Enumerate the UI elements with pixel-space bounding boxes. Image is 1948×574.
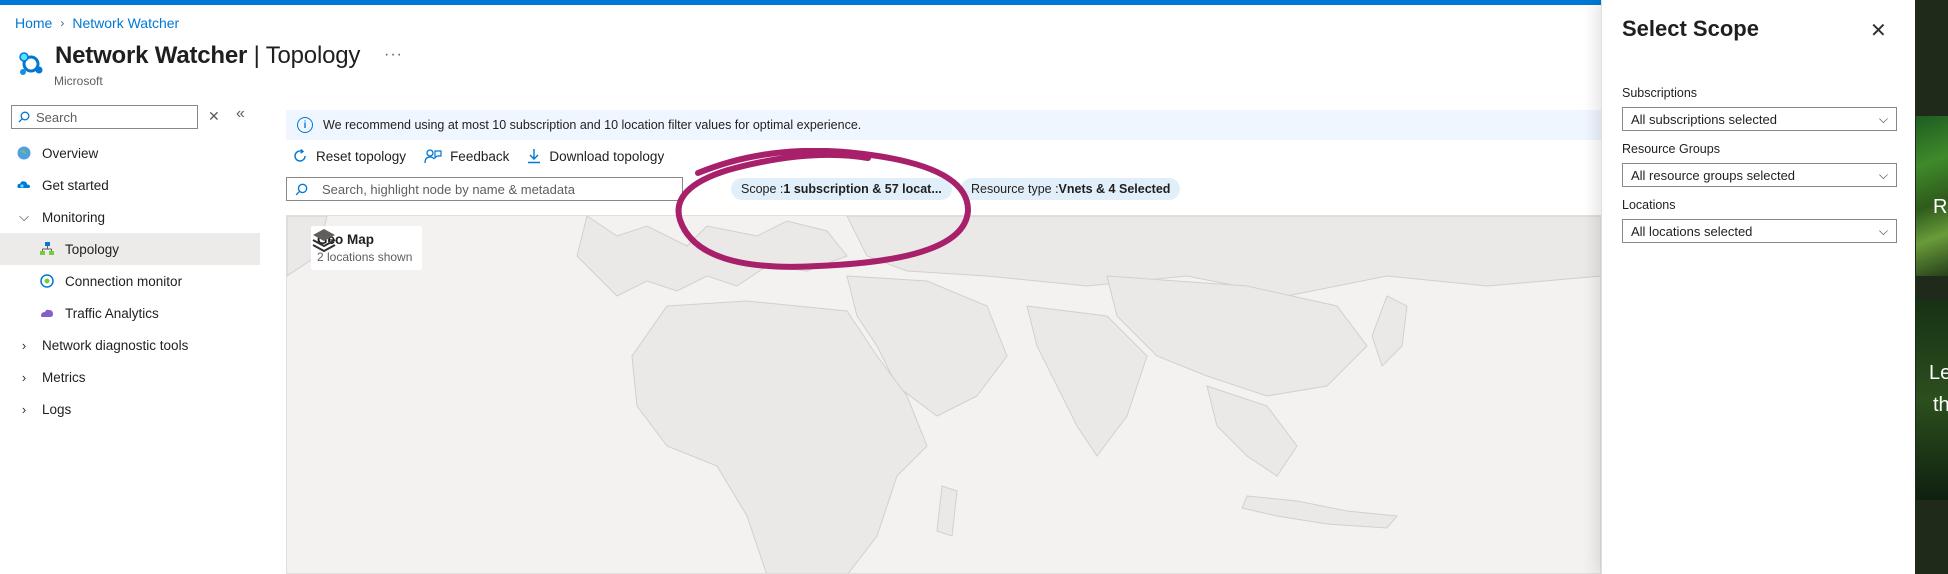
- chevron-right-icon: ›: [21, 401, 27, 417]
- sidebar-item-get-started[interactable]: Get started: [0, 169, 260, 201]
- toolbar: Reset topology Feedback Download topolog…: [292, 148, 682, 164]
- clear-icon[interactable]: ✕: [208, 108, 220, 125]
- info-banner: i We recommend using at most 10 subscrip…: [286, 110, 1601, 140]
- sidebar-item-overview[interactable]: Overview: [0, 137, 260, 169]
- reset-topology-button[interactable]: Reset topology: [292, 148, 406, 164]
- network-watcher-icon: [19, 52, 43, 75]
- breadcrumb-network-watcher[interactable]: Network Watcher: [72, 15, 179, 31]
- chevron-right-icon: ›: [21, 337, 27, 353]
- download-icon: [527, 148, 541, 164]
- traffic-analytics-icon: [38, 304, 56, 322]
- locations-label: Locations: [1622, 198, 1676, 212]
- chevron-down-icon: ⌵: [1878, 223, 1888, 238]
- collapse-nav-icon[interactable]: «: [236, 105, 245, 123]
- chevron-down-icon: ⌵: [19, 209, 29, 224]
- chevron-right-icon: ›: [21, 369, 27, 385]
- sidebar-group-monitoring[interactable]: ⌵ Monitoring: [0, 201, 260, 233]
- page-title: Network Watcher | Topology: [55, 42, 361, 69]
- sidebar-group-logs[interactable]: › Logs: [0, 393, 260, 425]
- resource-groups-dropdown[interactable]: All resource groups selected ⌵: [1622, 163, 1897, 187]
- breadcrumb: Home › Network Watcher: [15, 15, 179, 31]
- world-map: [287, 216, 1600, 573]
- search-icon: [295, 183, 308, 195]
- info-icon: i: [297, 117, 313, 133]
- chevron-down-icon: ⌵: [1878, 167, 1888, 182]
- topology-icon: [38, 240, 56, 258]
- layers-icon: [312, 229, 336, 253]
- more-options-icon[interactable]: ···: [384, 46, 403, 64]
- sidebar-group-metrics[interactable]: › Metrics: [0, 361, 260, 393]
- subscriptions-dropdown[interactable]: All subscriptions selected ⌵: [1622, 107, 1897, 131]
- breadcrumb-home[interactable]: Home: [15, 15, 52, 31]
- search-icon: [18, 111, 30, 123]
- sidebar-item-traffic-analytics[interactable]: Traffic Analytics: [0, 297, 260, 329]
- chevron-right-icon: ›: [60, 16, 65, 30]
- sidebar-item-topology[interactable]: Topology: [0, 233, 260, 265]
- resource-type-filter-pill[interactable]: Resource type : Vnets & 4 Selected: [961, 178, 1181, 200]
- geo-map-canvas[interactable]: Geo Map 2 locations shown: [286, 215, 1601, 574]
- scope-filter-pill[interactable]: Scope : 1 subscription & 57 locat...: [731, 178, 952, 200]
- feedback-button[interactable]: Feedback: [424, 148, 509, 164]
- nav-search-input[interactable]: Search: [11, 105, 198, 129]
- sidebar-nav: Overview Get started ⌵ Monitoring Topolo…: [0, 137, 260, 425]
- feedback-icon: [424, 148, 442, 164]
- select-scope-panel: Select Scope ✕ Subscriptions All subscri…: [1601, 0, 1915, 574]
- locations-dropdown[interactable]: All locations selected ⌵: [1622, 219, 1897, 243]
- connection-monitor-icon: [38, 272, 56, 290]
- chevron-down-icon: ⌵: [1878, 111, 1888, 126]
- map-search-input[interactable]: Search, highlight node by name & metadat…: [286, 177, 683, 201]
- geo-map-card[interactable]: Geo Map 2 locations shown: [311, 226, 423, 270]
- sidebar-group-network-diagnostic-tools[interactable]: › Network diagnostic tools: [0, 329, 260, 361]
- page-subtitle: Microsoft: [54, 74, 103, 88]
- close-icon[interactable]: ✕: [1870, 18, 1887, 43]
- resource-groups-label: Resource Groups: [1622, 142, 1720, 156]
- sidebar-item-connection-monitor[interactable]: Connection monitor: [0, 265, 260, 297]
- refresh-icon: [292, 148, 308, 164]
- globe-icon: [15, 144, 33, 162]
- download-topology-button[interactable]: Download topology: [527, 148, 664, 164]
- background-image-strip: R Le th: [1915, 0, 1948, 574]
- cloud-icon: [15, 176, 33, 194]
- subscriptions-label: Subscriptions: [1622, 86, 1698, 100]
- panel-title: Select Scope: [1622, 16, 1759, 41]
